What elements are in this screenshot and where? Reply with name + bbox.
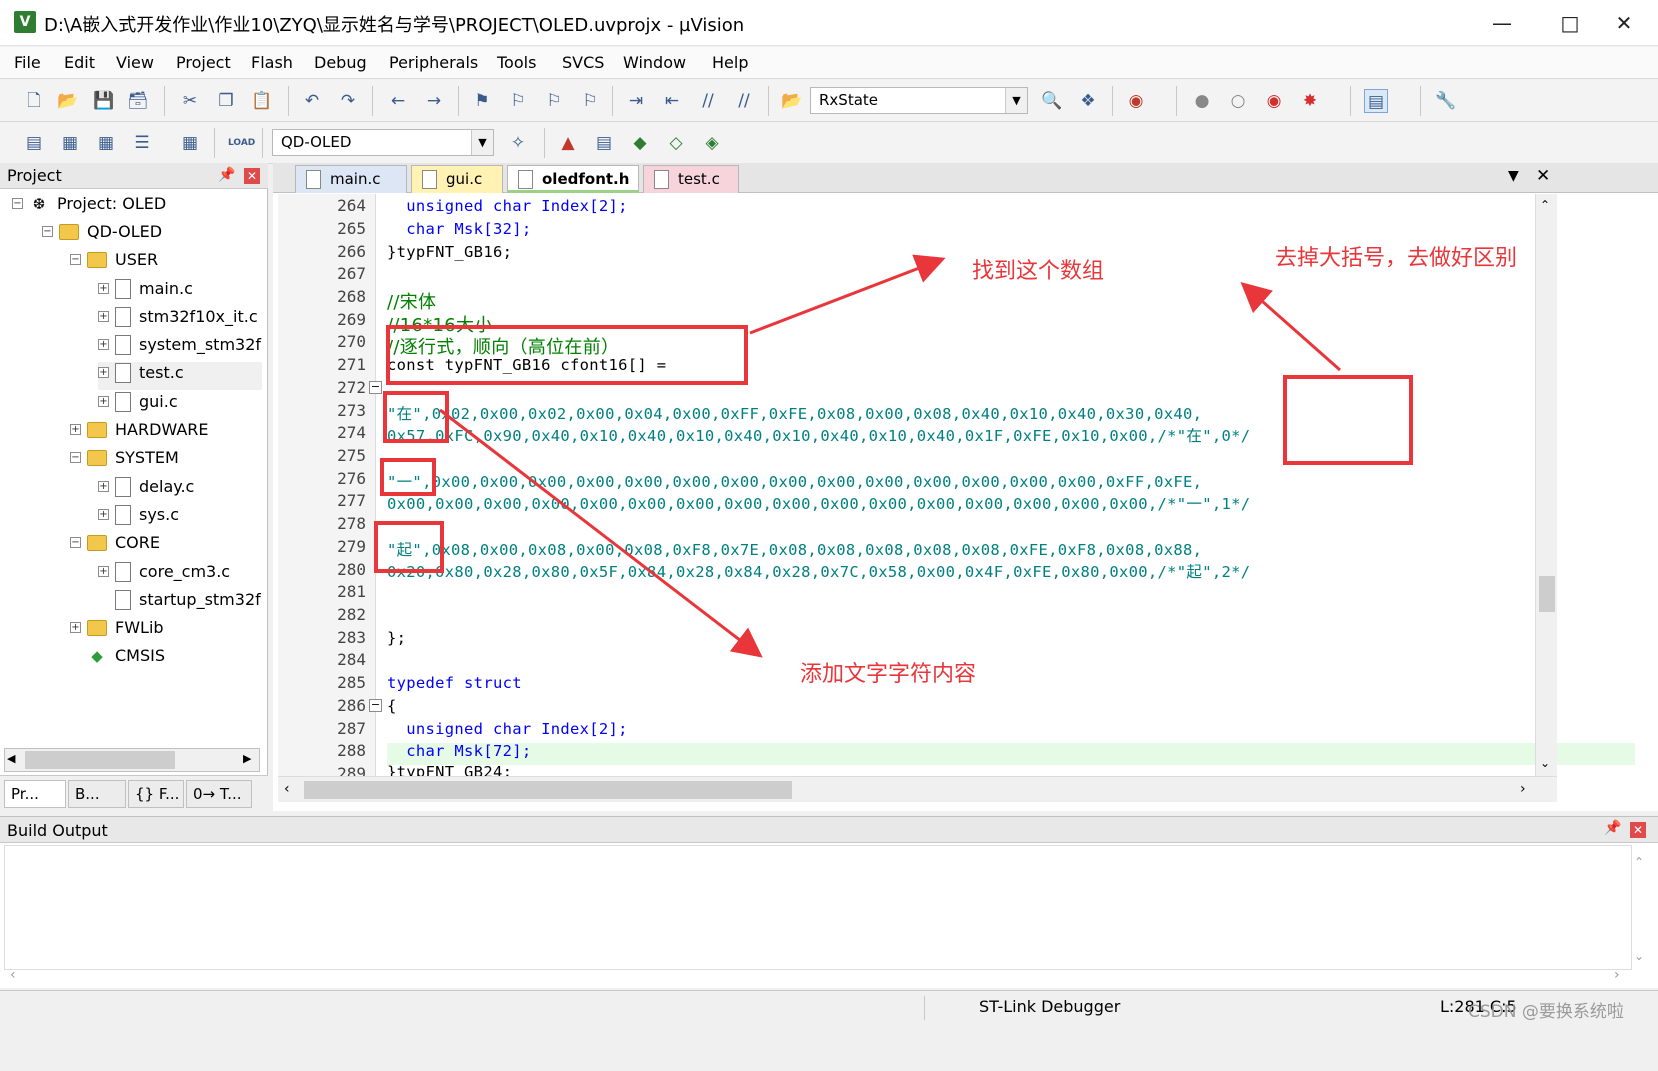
arrow-to-find-array bbox=[749, 254, 946, 335]
annotation-remove-braces: 去掉大括号，去做好区别 bbox=[1275, 246, 1518, 271]
annotation-add-chars: 添加文字字符内容 bbox=[800, 662, 977, 687]
arrow-to-remove-braces bbox=[1240, 282, 1341, 372]
arrow-to-add-chars bbox=[439, 408, 763, 658]
annotation-arrows bbox=[439, 254, 1341, 658]
annotation-find-array: 找到这个数组 bbox=[972, 259, 1105, 284]
